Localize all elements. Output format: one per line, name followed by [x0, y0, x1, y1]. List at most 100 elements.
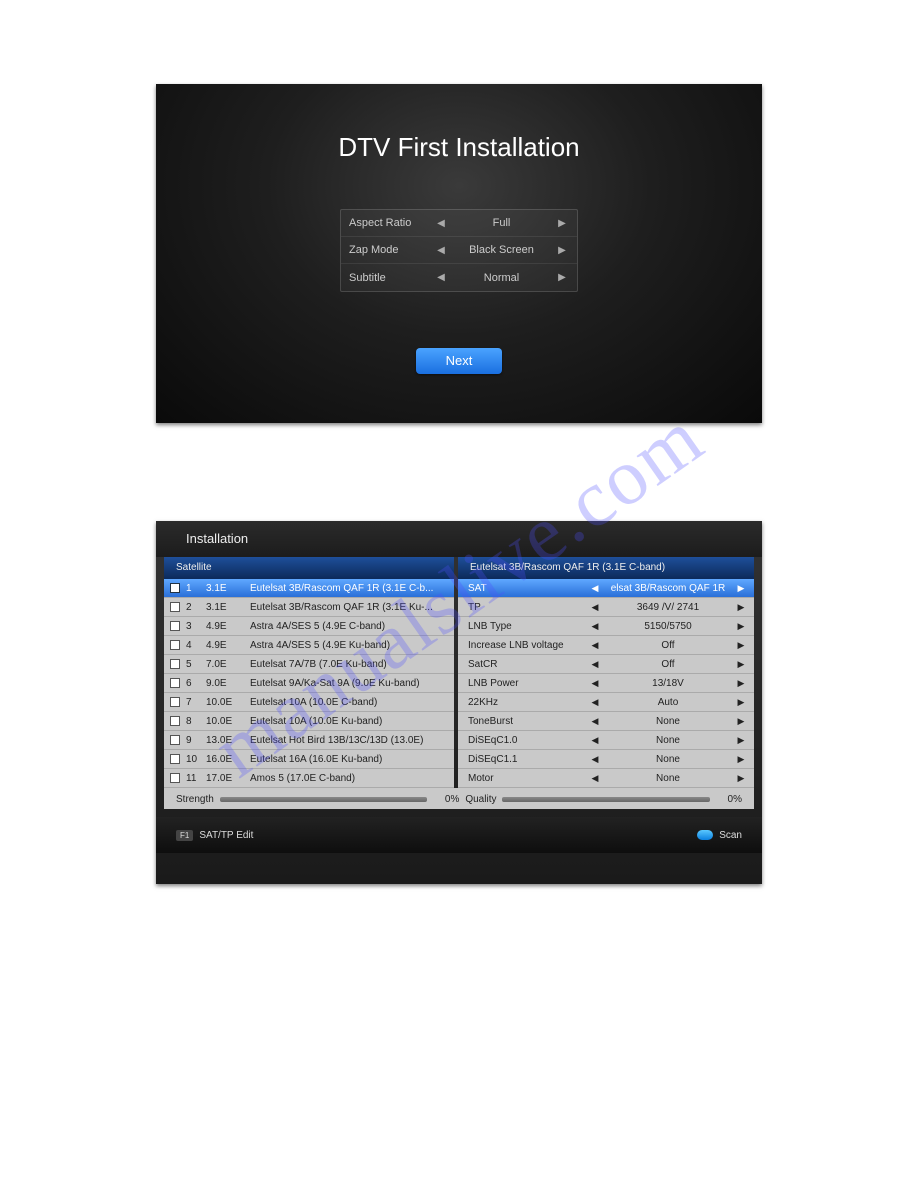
- checkbox[interactable]: [170, 678, 180, 688]
- page-title: Installation: [156, 521, 762, 557]
- sat-position: 4.9E: [206, 621, 250, 632]
- sat-position: 4.9E: [206, 640, 250, 651]
- quality-label: Quality: [465, 794, 496, 805]
- chevron-right-icon[interactable]: ▶: [734, 716, 748, 727]
- chevron-left-icon[interactable]: ◀: [434, 272, 448, 283]
- footer-scan[interactable]: Scan: [719, 830, 742, 841]
- setting-value: Full: [448, 217, 555, 229]
- param-row[interactable]: ToneBurst◀None▶: [458, 712, 754, 731]
- sat-num: 4: [186, 640, 206, 651]
- sat-num: 8: [186, 716, 206, 727]
- chevron-right-icon[interactable]: ▶: [734, 602, 748, 613]
- screen-dtv-first-installation: DTV First Installation Aspect Ratio ◀ Fu…: [156, 84, 762, 423]
- param-value: 3649 /V/ 2741: [602, 602, 734, 613]
- param-label: Increase LNB voltage: [468, 640, 588, 651]
- chevron-left-icon[interactable]: ◀: [588, 602, 602, 613]
- sat-num: 2: [186, 602, 206, 613]
- satellite-params-header: Eutelsat 3B/Rascom QAF 1R (3.1E C-band): [458, 557, 754, 579]
- sat-position: 17.0E: [206, 773, 250, 784]
- param-row[interactable]: 22KHz◀Auto▶: [458, 693, 754, 712]
- footer-sat-tp-edit[interactable]: SAT/TP Edit: [199, 830, 253, 841]
- chevron-left-icon[interactable]: ◀: [588, 773, 602, 784]
- chevron-right-icon[interactable]: ▶: [734, 678, 748, 689]
- chevron-left-icon[interactable]: ◀: [588, 716, 602, 727]
- chevron-right-icon[interactable]: ▶: [734, 697, 748, 708]
- satellite-row[interactable]: 1016.0EEutelsat 16A (16.0E Ku-band): [164, 750, 454, 769]
- param-value: 5150/5750: [602, 621, 734, 632]
- chevron-left-icon[interactable]: ◀: [588, 659, 602, 670]
- checkbox[interactable]: [170, 754, 180, 764]
- satellite-list-panel: Satellite 13.1EEutelsat 3B/Rascom QAF 1R…: [164, 557, 454, 788]
- checkbox[interactable]: [170, 640, 180, 650]
- param-value: None: [602, 735, 734, 746]
- sat-position: 16.0E: [206, 754, 250, 765]
- checkbox[interactable]: [170, 697, 180, 707]
- setting-aspect-ratio[interactable]: Aspect Ratio ◀ Full ▶: [341, 210, 577, 237]
- param-label: DiSEqC1.1: [468, 754, 588, 765]
- param-row[interactable]: SatCR◀Off▶: [458, 655, 754, 674]
- param-row[interactable]: LNB Type◀5150/5750▶: [458, 617, 754, 636]
- checkbox[interactable]: [170, 621, 180, 631]
- sat-num: 7: [186, 697, 206, 708]
- chevron-right-icon[interactable]: ▶: [734, 754, 748, 765]
- chevron-right-icon[interactable]: ▶: [734, 640, 748, 651]
- param-row[interactable]: DiSEqC1.1◀None▶: [458, 750, 754, 769]
- chevron-right-icon[interactable]: ▶: [555, 272, 569, 283]
- chevron-left-icon[interactable]: ◀: [434, 245, 448, 256]
- checkbox[interactable]: [170, 773, 180, 783]
- param-row[interactable]: SAT◀elsat 3B/Rascom QAF 1R▶: [458, 579, 754, 598]
- satellite-row[interactable]: 44.9EAstra 4A/SES 5 (4.9E Ku-band): [164, 636, 454, 655]
- satellite-row[interactable]: 23.1EEutelsat 3B/Rascom QAF 1R (3.1E Ku-…: [164, 598, 454, 617]
- sat-num: 6: [186, 678, 206, 689]
- blue-button-icon: [697, 830, 713, 840]
- satellite-row[interactable]: 913.0EEutelsat Hot Bird 13B/13C/13D (13.…: [164, 731, 454, 750]
- chevron-right-icon[interactable]: ▶: [734, 659, 748, 670]
- param-row[interactable]: DiSEqC1.0◀None▶: [458, 731, 754, 750]
- chevron-left-icon[interactable]: ◀: [588, 678, 602, 689]
- checkbox[interactable]: [170, 602, 180, 612]
- sat-num: 10: [186, 754, 206, 765]
- satellite-row[interactable]: 34.9EAstra 4A/SES 5 (4.9E C-band): [164, 617, 454, 636]
- chevron-right-icon[interactable]: ▶: [734, 583, 748, 594]
- setting-zap-mode[interactable]: Zap Mode ◀ Black Screen ▶: [341, 237, 577, 264]
- chevron-left-icon[interactable]: ◀: [588, 735, 602, 746]
- chevron-right-icon[interactable]: ▶: [734, 735, 748, 746]
- checkbox[interactable]: [170, 659, 180, 669]
- satellite-row[interactable]: 810.0EEutelsat 10A (10.0E Ku-band): [164, 712, 454, 731]
- param-label: Motor: [468, 773, 588, 784]
- chevron-left-icon[interactable]: ◀: [588, 754, 602, 765]
- chevron-right-icon[interactable]: ▶: [734, 621, 748, 632]
- checkbox[interactable]: [170, 716, 180, 726]
- param-value: 13/18V: [602, 678, 734, 689]
- param-row[interactable]: Motor◀None▶: [458, 769, 754, 788]
- sat-num: 9: [186, 735, 206, 746]
- chevron-left-icon[interactable]: ◀: [588, 640, 602, 651]
- chevron-left-icon[interactable]: ◀: [588, 583, 602, 594]
- param-value: None: [602, 773, 734, 784]
- next-button[interactable]: Next: [416, 348, 502, 374]
- signal-meters: Strength 0% Quality 0%: [164, 788, 754, 809]
- param-row[interactable]: LNB Power◀13/18V▶: [458, 674, 754, 693]
- param-label: LNB Power: [468, 678, 588, 689]
- chevron-left-icon[interactable]: ◀: [588, 621, 602, 632]
- sat-position: 13.0E: [206, 735, 250, 746]
- chevron-left-icon[interactable]: ◀: [434, 218, 448, 229]
- setting-subtitle[interactable]: Subtitle ◀ Normal ▶: [341, 264, 577, 291]
- sat-name: Eutelsat 3B/Rascom QAF 1R (3.1E Ku-...: [250, 602, 454, 613]
- chevron-right-icon[interactable]: ▶: [555, 218, 569, 229]
- param-row[interactable]: Increase LNB voltage◀Off▶: [458, 636, 754, 655]
- satellite-params-panel: Eutelsat 3B/Rascom QAF 1R (3.1E C-band) …: [458, 557, 754, 788]
- setting-label: Aspect Ratio: [349, 217, 434, 229]
- chevron-left-icon[interactable]: ◀: [588, 697, 602, 708]
- satellite-row[interactable]: 69.0EEutelsat 9A/Ka-Sat 9A (9.0E Ku-band…: [164, 674, 454, 693]
- checkbox[interactable]: [170, 735, 180, 745]
- satellite-row[interactable]: 57.0EEutelsat 7A/7B (7.0E Ku-band): [164, 655, 454, 674]
- chevron-right-icon[interactable]: ▶: [555, 245, 569, 256]
- param-row[interactable]: TP◀3649 /V/ 2741▶: [458, 598, 754, 617]
- chevron-right-icon[interactable]: ▶: [734, 773, 748, 784]
- satellite-row[interactable]: 1117.0EAmos 5 (17.0E C-band): [164, 769, 454, 788]
- page-title: DTV First Installation: [156, 84, 762, 163]
- checkbox[interactable]: [170, 583, 180, 593]
- satellite-row[interactable]: 710.0EEutelsat 10A (10.0E C-band): [164, 693, 454, 712]
- satellite-row[interactable]: 13.1EEutelsat 3B/Rascom QAF 1R (3.1E C-b…: [164, 579, 454, 598]
